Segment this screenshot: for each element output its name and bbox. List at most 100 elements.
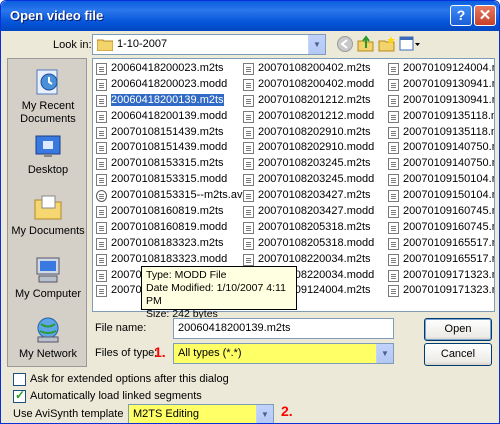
file-icon (243, 174, 254, 187)
file-tooltip: Type: MODD File Date Modified: 1/10/2007… (141, 266, 297, 320)
file-icon (243, 206, 254, 219)
help-button[interactable]: ? (450, 5, 472, 26)
file-item[interactable]: 20060418200023.modd (95, 77, 248, 93)
file-item[interactable]: 20060418200023.m2ts (95, 61, 248, 77)
file-name-input[interactable]: 20060418200139.m2ts (173, 318, 394, 339)
file-item[interactable]: 20070108202910.m2ts (242, 125, 374, 141)
cancel-button[interactable]: Cancel (424, 343, 492, 366)
file-icon (388, 253, 399, 266)
ask-extended-options-label[interactable]: Ask for extended options after this dial… (30, 373, 229, 385)
autoload-linked-segments-checkbox[interactable] (13, 388, 26, 403)
file-icon (243, 78, 254, 91)
file-item[interactable]: 20070109150104.m (387, 188, 494, 204)
file-icon (388, 237, 399, 250)
place-my-recent-documents[interactable]: My Recent Documents (8, 67, 88, 126)
file-item[interactable]: 20070108203245.m2ts (242, 156, 374, 172)
file-item[interactable]: 20070109124004.m (387, 61, 494, 77)
my-documents-icon (34, 195, 62, 220)
file-icon (243, 110, 254, 123)
file-icon (388, 269, 399, 282)
chevron-down-icon[interactable]: ▼ (376, 344, 393, 363)
file-item[interactable]: 20070108153315--m2ts.avs (95, 188, 248, 204)
look-in-label: Look in: (53, 39, 92, 51)
file-item[interactable]: 20070109130941.m (387, 77, 494, 93)
file-item[interactable]: 20070108183323.m2ts (95, 236, 248, 252)
file-icon (96, 110, 107, 123)
avisynth-template-combo[interactable]: M2TS Editing ▼ (128, 404, 274, 423)
view-menu-icon[interactable] (399, 35, 421, 53)
back-icon[interactable] (336, 35, 354, 53)
up-folder-icon[interactable] (357, 35, 375, 53)
chevron-down-icon[interactable]: ▼ (308, 35, 325, 54)
file-icon (388, 142, 399, 155)
open-button[interactable]: Open (424, 318, 492, 341)
place-label: My Computer (14, 288, 82, 300)
place-label: My Recent Documents (20, 100, 76, 125)
autoload-linked-segments-label[interactable]: Automatically load linked segments (30, 390, 202, 402)
file-item[interactable]: 20070108202910.modd (242, 140, 374, 156)
file-item[interactable]: 20070109160745.m (387, 204, 494, 220)
file-name-label: File name: (95, 322, 147, 334)
file-item[interactable]: 20070108151439.m2ts (95, 125, 248, 141)
file-icon (96, 78, 107, 91)
file-icon (243, 94, 254, 107)
file-item[interactable]: 20070109160745.m (387, 220, 494, 236)
file-item[interactable]: 20070108203427.m2ts (242, 188, 374, 204)
file-icon (96, 285, 107, 298)
file-item[interactable]: 20070109135118.m (387, 109, 494, 125)
place-my-computer[interactable]: My Computer (8, 255, 88, 301)
place-desktop[interactable]: Desktop (8, 131, 88, 177)
close-button[interactable]: ✕ (474, 5, 496, 26)
file-item[interactable]: 20070108200402.modd (242, 77, 374, 93)
chevron-down-icon[interactable]: ▼ (256, 405, 273, 423)
file-item[interactable]: 20070109130941.m (387, 93, 494, 109)
place-label: My Documents (11, 225, 85, 237)
file-item[interactable]: 20070108153315.m2ts (95, 156, 248, 172)
file-item[interactable]: 20070109140750.m (387, 156, 494, 172)
file-icon (388, 63, 399, 75)
file-item[interactable]: 20070109165517.m (387, 252, 494, 268)
tooltip-type: Type: MODD File (146, 269, 227, 281)
file-item[interactable]: 20070108201212.m2ts (242, 93, 374, 109)
file-column-2: 20070108200402.m2ts 20070108200402.modd … (242, 61, 374, 299)
file-icon (388, 110, 399, 123)
new-folder-icon[interactable] (378, 35, 396, 53)
file-icon (96, 206, 107, 219)
avisynth-template-value: M2TS Editing (133, 408, 200, 420)
file-item[interactable]: 20070108200402.m2ts (242, 61, 374, 77)
file-icon (388, 126, 399, 139)
files-of-type-combo[interactable]: All types (*.*) ▼ (173, 343, 394, 364)
file-icon (388, 190, 399, 203)
file-item[interactable]: 20070108153315.modd (95, 172, 248, 188)
file-item[interactable]: 20070108151439.modd (95, 140, 248, 156)
file-item[interactable]: 20070108160819.modd (95, 220, 248, 236)
file-icon (96, 221, 107, 234)
annotation-1: 1. (154, 344, 166, 360)
file-icon (243, 142, 254, 155)
file-item[interactable]: 20070109140750.m (387, 140, 494, 156)
places-bar: My Recent Documents Desktop My Documents (7, 58, 87, 367)
file-item[interactable]: 20070108201212.modd (242, 109, 374, 125)
files-of-type-label: Files of type: (95, 347, 158, 359)
file-item[interactable]: 20070109135118.m (387, 125, 494, 141)
file-item[interactable]: 20070109171323.m (387, 268, 494, 284)
file-item[interactable]: 20060418200139.modd (95, 109, 248, 125)
file-item[interactable]: 20070108160819.m2ts (95, 204, 248, 220)
file-item[interactable]: 20070109171323.m (387, 283, 494, 299)
file-icon (388, 221, 399, 234)
file-column-1: 20060418200023.m2ts 20060418200023.modd … (95, 61, 248, 299)
file-icon (96, 237, 107, 250)
file-icon (96, 63, 107, 75)
look-in-combo[interactable]: 1-10-2007 ▼ (92, 34, 326, 55)
file-item[interactable]: 20070108205318.modd (242, 236, 374, 252)
file-item[interactable]: 20070108203427.modd (242, 204, 374, 220)
place-my-network[interactable]: My Network (8, 315, 88, 361)
ask-extended-options-checkbox[interactable] (13, 373, 26, 386)
file-item[interactable]: 20070109165517.m (387, 236, 494, 252)
file-item[interactable]: 20070108205318.m2ts (242, 220, 374, 236)
place-my-documents[interactable]: My Documents (8, 192, 88, 238)
file-item[interactable]: 20070109150104.m (387, 172, 494, 188)
file-item[interactable]: 20070108203245.modd (242, 172, 374, 188)
title-bar[interactable]: Open video file ? ✕ (1, 1, 499, 31)
file-item-selected[interactable]: 20060418200139.m2ts (95, 92, 248, 109)
